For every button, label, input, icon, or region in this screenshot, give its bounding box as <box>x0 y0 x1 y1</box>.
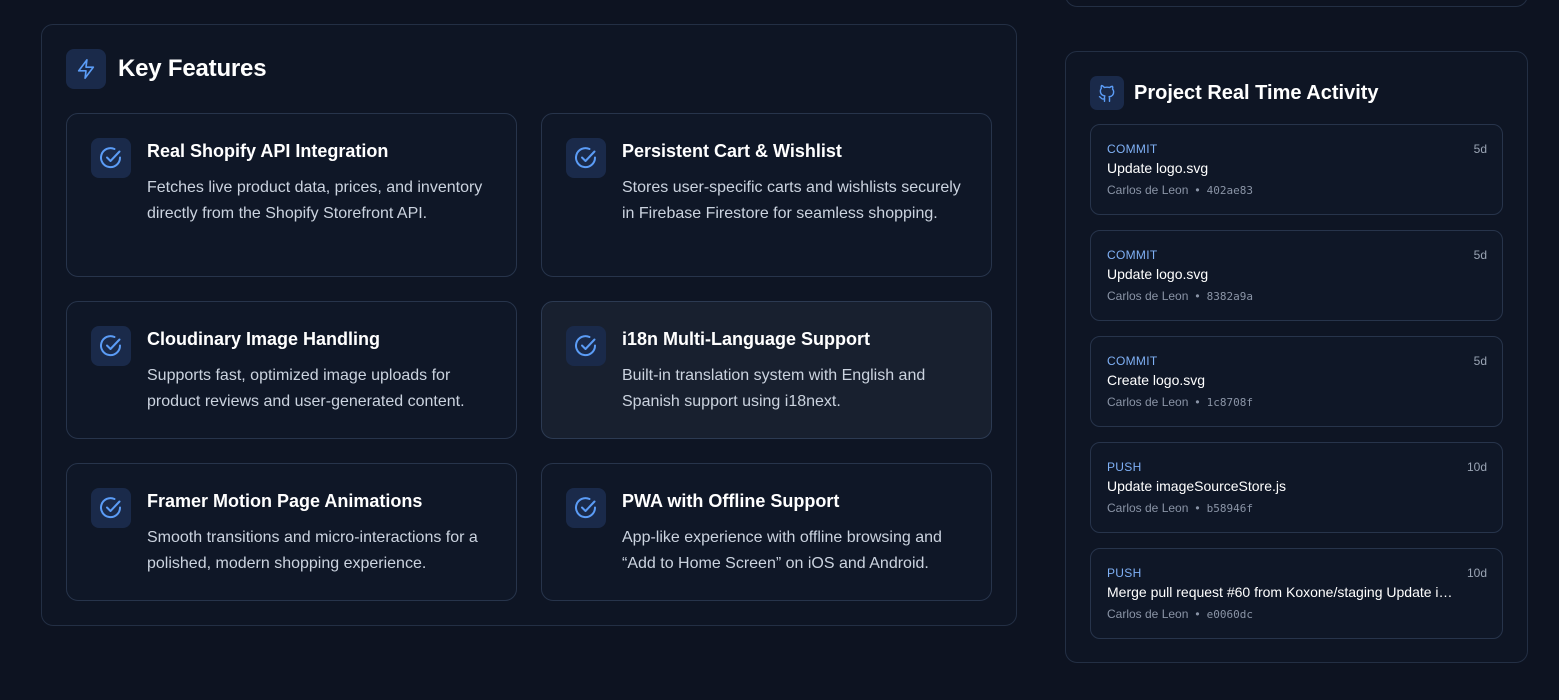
activity-author: Carlos de Leon <box>1107 501 1189 515</box>
activity-header: Project Real Time Activity <box>1090 76 1379 110</box>
check-circle-icon <box>566 488 606 528</box>
activity-item[interactable]: COMMIT 5d Update logo.svg Carlos de Leon… <box>1090 230 1503 321</box>
check-circle-icon <box>566 326 606 366</box>
activity-time: 10d <box>1466 566 1487 580</box>
activity-meta: Carlos de Leon • 402ae83 <box>1107 183 1253 197</box>
separator-dot: • <box>1195 501 1200 515</box>
activity-meta: Carlos de Leon • 8382a9a <box>1107 289 1253 303</box>
check-circle-icon <box>91 488 131 528</box>
activity-message: Update logo.svg <box>1107 266 1209 282</box>
activity-item[interactable]: PUSH 10d Update imageSourceStore.js Carl… <box>1090 442 1503 533</box>
separator-dot: • <box>1195 183 1200 197</box>
activity-sha: b58946f <box>1206 501 1253 515</box>
feature-card-title: PWA with Offline Support <box>622 491 840 511</box>
feature-card: Persistent Cart & Wishlist Stores user-s… <box>541 113 992 277</box>
github-icon <box>1090 76 1124 110</box>
activity-message: Update logo.svg <box>1107 160 1209 176</box>
feature-card: Cloudinary Image Handling Supports fast,… <box>66 301 517 439</box>
key-features-header: Key Features <box>66 49 267 89</box>
activity-message: Create logo.svg <box>1107 372 1206 388</box>
activity-time: 5d <box>1473 142 1487 156</box>
lightning-bolt-icon <box>66 49 106 89</box>
activity-type: PUSH <box>1107 460 1142 474</box>
activity-sha: e0060dc <box>1206 607 1253 621</box>
feature-card-description: Smooth transitions and micro-interaction… <box>147 529 478 572</box>
activity-time: 5d <box>1473 248 1487 262</box>
feature-card-title: Cloudinary Image Handling <box>147 329 381 349</box>
activity-time: 10d <box>1466 460 1487 474</box>
feature-card: Framer Motion Page Animations Smooth tra… <box>66 463 517 601</box>
check-circle-icon <box>91 326 131 366</box>
activity-item[interactable]: PUSH 10d Merge pull request #60 from Kox… <box>1090 548 1503 639</box>
activity-meta: Carlos de Leon • e0060dc <box>1107 607 1253 621</box>
previous-panel-edge <box>1065 0 1528 7</box>
activity-message: Merge pull request #60 from Koxone/stagi… <box>1107 584 1457 600</box>
activity-sha: 8382a9a <box>1206 289 1253 303</box>
activity-sha: 402ae83 <box>1206 183 1253 197</box>
activity-panel: Project Real Time Activity COMMIT 5d Upd… <box>1065 51 1528 663</box>
feature-card-description: App-like experience with offline browsin… <box>622 529 942 572</box>
activity-meta: Carlos de Leon • 1c8708f <box>1107 395 1253 409</box>
activity-time: 5d <box>1473 354 1487 368</box>
separator-dot: • <box>1195 289 1200 303</box>
feature-card-title: Persistent Cart & Wishlist <box>622 141 842 161</box>
feature-card-title: i18n Multi-Language Support <box>622 329 870 349</box>
feature-card-description: Stores user-specific carts and wishlists… <box>622 179 961 222</box>
activity-message: Update imageSourceStore.js <box>1107 478 1286 494</box>
check-circle-icon <box>566 138 606 178</box>
feature-card: PWA with Offline Support App-like experi… <box>541 463 992 601</box>
key-features-panel: Key Features Real Shopify API Integratio… <box>41 24 1017 626</box>
activity-title: Project Real Time Activity <box>1134 81 1379 104</box>
activity-type: COMMIT <box>1107 354 1158 368</box>
activity-author: Carlos de Leon <box>1107 607 1189 621</box>
page: Key Features Real Shopify API Integratio… <box>0 0 1559 700</box>
feature-card: i18n Multi-Language Support Built-in tra… <box>541 301 992 439</box>
feature-card-title: Framer Motion Page Animations <box>147 491 423 511</box>
feature-card-description: Supports fast, optimized image uploads f… <box>147 367 465 410</box>
check-circle-icon <box>91 138 131 178</box>
activity-type: COMMIT <box>1107 142 1158 156</box>
separator-dot: • <box>1195 395 1200 409</box>
key-features-title: Key Features <box>118 55 267 82</box>
feature-card: Real Shopify API Integration Fetches liv… <box>66 113 517 277</box>
feature-card-title: Real Shopify API Integration <box>147 141 389 161</box>
feature-card-description: Built-in translation system with English… <box>622 367 926 410</box>
feature-card-description: Fetches live product data, prices, and i… <box>147 179 483 222</box>
activity-author: Carlos de Leon <box>1107 395 1189 409</box>
activity-meta: Carlos de Leon • b58946f <box>1107 501 1253 515</box>
activity-item[interactable]: COMMIT 5d Update logo.svg Carlos de Leon… <box>1090 124 1503 215</box>
activity-type: PUSH <box>1107 566 1142 580</box>
activity-author: Carlos de Leon <box>1107 289 1189 303</box>
activity-sha: 1c8708f <box>1206 395 1253 409</box>
activity-item[interactable]: COMMIT 5d Create logo.svg Carlos de Leon… <box>1090 336 1503 427</box>
separator-dot: • <box>1195 607 1200 621</box>
activity-author: Carlos de Leon <box>1107 183 1189 197</box>
activity-type: COMMIT <box>1107 248 1158 262</box>
